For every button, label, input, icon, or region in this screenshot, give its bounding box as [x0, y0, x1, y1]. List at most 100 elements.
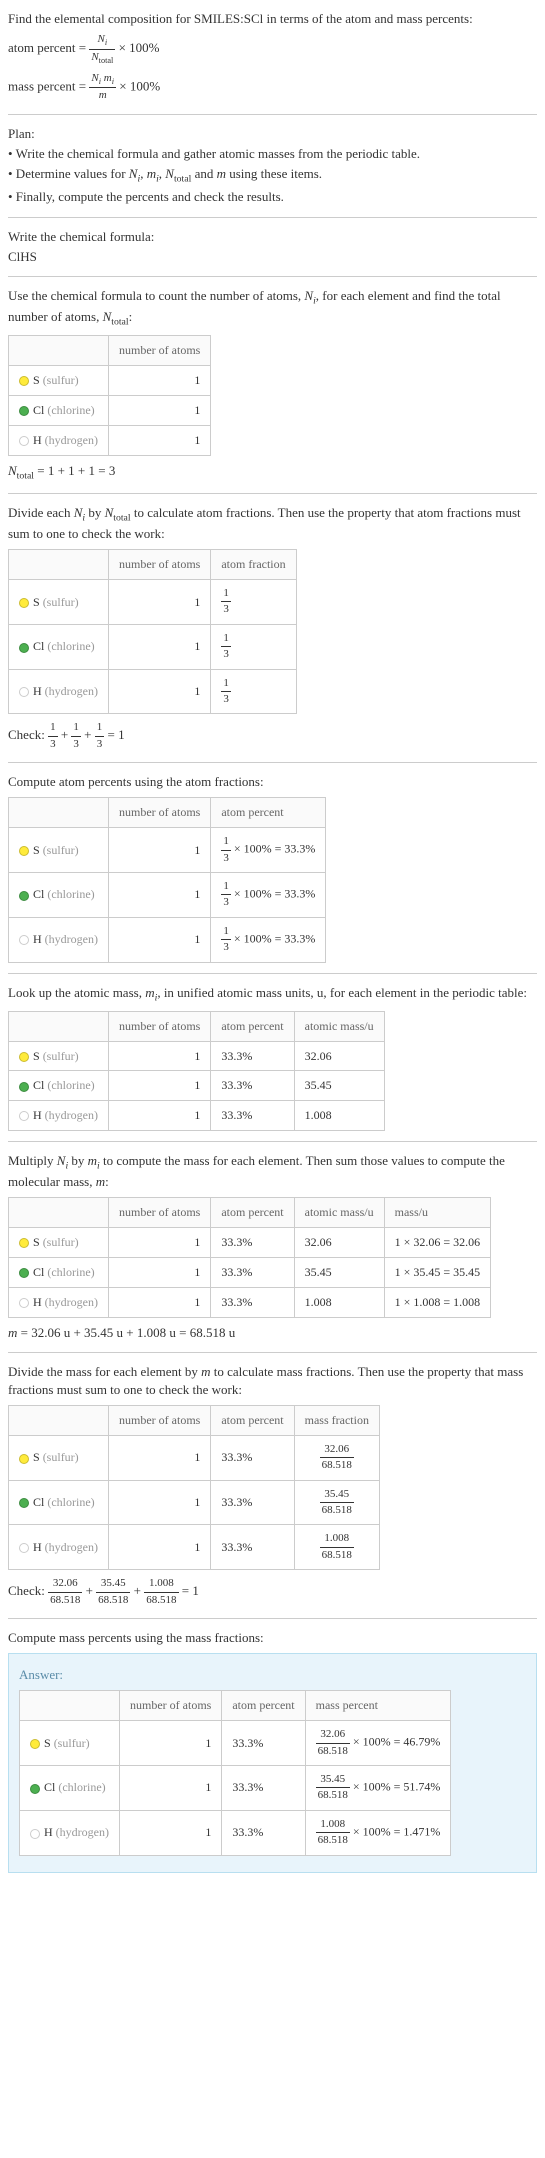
table-row: H (hydrogen)1 — [9, 425, 211, 455]
hydrogen-dot-icon — [19, 1111, 29, 1121]
table-row: Cl (chlorine)1 — [9, 396, 211, 426]
table-header-row: number of atomsatom fraction — [9, 550, 297, 580]
sulfur-dot-icon — [19, 1052, 29, 1062]
chlorine-dot-icon — [19, 406, 29, 416]
table-row: S (sulfur)113 — [9, 580, 297, 625]
table-header-row: number of atoms — [9, 336, 211, 366]
hydrogen-dot-icon — [30, 1829, 40, 1839]
massfrac-text: Divide the mass for each element by m to… — [8, 1363, 537, 1399]
table-row: H (hydrogen)133.3%1.00868.518 × 100% = 1… — [20, 1810, 451, 1855]
chemical-formula: ClHS — [8, 248, 537, 266]
sulfur-dot-icon — [19, 376, 29, 386]
sulfur-dot-icon — [19, 598, 29, 608]
hydrogen-dot-icon — [19, 1298, 29, 1308]
table-row: S (sulfur)133.3%32.06 — [9, 1041, 385, 1071]
atompct-section: Compute atom percents using the atom fra… — [8, 773, 537, 962]
table-row: Cl (chlorine)133.3%35.45 — [9, 1071, 385, 1101]
molmass-table: number of atomsatom percentatomic mass/u… — [8, 1197, 491, 1317]
m-equation: m = 32.06 u + 35.45 u + 1.008 u = 68.518… — [8, 1324, 537, 1342]
answer-table: number of atomsatom percentmass percent … — [19, 1690, 451, 1855]
table-row: Cl (chlorine)133.3%35.4568.518 — [9, 1480, 380, 1525]
chlorine-dot-icon — [19, 1498, 29, 1508]
atomfrac-text: Divide each Ni by Ntotal to calculate at… — [8, 504, 537, 543]
massfrac-section: Divide the mass for each element by m to… — [8, 1363, 537, 1608]
table-row: Cl (chlorine)133.3%35.451 × 35.45 = 35.4… — [9, 1257, 491, 1287]
answer-box: Answer: number of atomsatom percentmass … — [8, 1653, 537, 1872]
table-row: S (sulfur)133.3%32.061 × 32.06 = 32.06 — [9, 1228, 491, 1258]
mass-table: number of atomsatom percentatomic mass/u… — [8, 1011, 385, 1131]
table-header-row: number of atomsatom percentmass percent — [20, 1691, 451, 1721]
ntotal-equation: Ntotal = 1 + 1 + 1 = 3 — [8, 462, 537, 483]
chlorine-dot-icon — [19, 891, 29, 901]
divider — [8, 114, 537, 115]
table-row: H (hydrogen)113 × 100% = 33.3% — [9, 917, 326, 962]
sulfur-dot-icon — [30, 1739, 40, 1749]
divider — [8, 493, 537, 494]
plan-section: Plan: • Write the chemical formula and g… — [8, 125, 537, 207]
divider — [8, 217, 537, 218]
table-row: Cl (chlorine)133.3%35.4568.518 × 100% = … — [20, 1765, 451, 1810]
divider — [8, 1352, 537, 1353]
table-row: S (sulfur)1 — [9, 366, 211, 396]
answer-text: Compute mass percents using the mass fra… — [8, 1629, 537, 1647]
count-table: number of atoms S (sulfur)1 Cl (chlorine… — [8, 335, 211, 455]
table-row: H (hydrogen)133.3%1.008 — [9, 1101, 385, 1131]
chlorine-dot-icon — [19, 1082, 29, 1092]
table-row: H (hydrogen)133.3%1.0081 × 1.008 = 1.008 — [9, 1287, 491, 1317]
atomfrac-table: number of atomsatom fraction S (sulfur)1… — [8, 549, 297, 714]
mass-section: Look up the atomic mass, mi, in unified … — [8, 984, 537, 1131]
table-header-row: number of atomsatom percentatomic mass/u… — [9, 1198, 491, 1228]
mass-text: Look up the atomic mass, mi, in unified … — [8, 984, 537, 1005]
massfrac-table: number of atomsatom percentmass fraction… — [8, 1405, 380, 1570]
table-header-row: number of atomsatom percentmass fraction — [9, 1406, 380, 1436]
divider — [8, 973, 537, 974]
frac: Ni mim — [89, 71, 116, 104]
hydrogen-dot-icon — [19, 436, 29, 446]
plan-heading: Plan: — [8, 125, 537, 143]
sulfur-dot-icon — [19, 1238, 29, 1248]
chlorine-dot-icon — [19, 1268, 29, 1278]
sulfur-dot-icon — [19, 1454, 29, 1464]
count-section: Use the chemical formula to count the nu… — [8, 287, 537, 483]
col-atoms: number of atoms — [109, 336, 211, 366]
plan-item: • Write the chemical formula and gather … — [8, 145, 537, 163]
divider — [8, 276, 537, 277]
plan-item: • Determine values for Ni, mi, Ntotal an… — [8, 165, 537, 186]
count-text: Use the chemical formula to count the nu… — [8, 287, 537, 329]
molmass-text: Multiply Ni by mi to compute the mass fo… — [8, 1152, 537, 1191]
molmass-section: Multiply Ni by mi to compute the mass fo… — [8, 1152, 537, 1342]
table-row: H (hydrogen)133.3%1.00868.518 — [9, 1525, 380, 1570]
frac: NiNtotal — [89, 32, 115, 66]
divider — [8, 762, 537, 763]
answer-label: Answer: — [19, 1666, 526, 1684]
chlorine-dot-icon — [19, 643, 29, 653]
table-header-row: number of atomsatom percent — [9, 798, 326, 828]
check-equation: Check: 13 + 13 + 13 = 1 — [8, 720, 537, 752]
sulfur-dot-icon — [19, 846, 29, 856]
atom-percent-formula: atom percent = NiNtotal × 100% — [8, 32, 537, 66]
atompct-text: Compute atom percents using the atom fra… — [8, 773, 537, 791]
check-equation: Check: 32.0668.518 + 35.4568.518 + 1.008… — [8, 1576, 537, 1608]
mass-percent-formula: mass percent = Ni mim × 100% — [8, 71, 537, 104]
table-row: Cl (chlorine)113 × 100% = 33.3% — [9, 872, 326, 917]
chlorine-dot-icon — [30, 1784, 40, 1794]
hydrogen-dot-icon — [19, 935, 29, 945]
table-header-row: number of atomsatom percentatomic mass/u — [9, 1011, 385, 1041]
atompct-table: number of atomsatom percent S (sulfur)11… — [8, 797, 326, 962]
plan-item: • Finally, compute the percents and chec… — [8, 188, 537, 206]
hydrogen-dot-icon — [19, 1543, 29, 1553]
intro-text: Find the elemental composition for SMILE… — [8, 10, 537, 28]
intro-section: Find the elemental composition for SMILE… — [8, 10, 537, 104]
atomfrac-section: Divide each Ni by Ntotal to calculate at… — [8, 504, 537, 752]
answer-section: Compute mass percents using the mass fra… — [8, 1629, 537, 1873]
table-row: S (sulfur)133.3%32.0668.518 × 100% = 46.… — [20, 1721, 451, 1766]
table-row: H (hydrogen)113 — [9, 669, 297, 714]
formula-section: Write the chemical formula: ClHS — [8, 228, 537, 266]
divider — [8, 1618, 537, 1619]
table-row: S (sulfur)133.3%32.0668.518 — [9, 1435, 380, 1480]
table-row: Cl (chlorine)113 — [9, 624, 297, 669]
formula-heading: Write the chemical formula: — [8, 228, 537, 246]
divider — [8, 1141, 537, 1142]
hydrogen-dot-icon — [19, 687, 29, 697]
table-row: S (sulfur)113 × 100% = 33.3% — [9, 828, 326, 873]
